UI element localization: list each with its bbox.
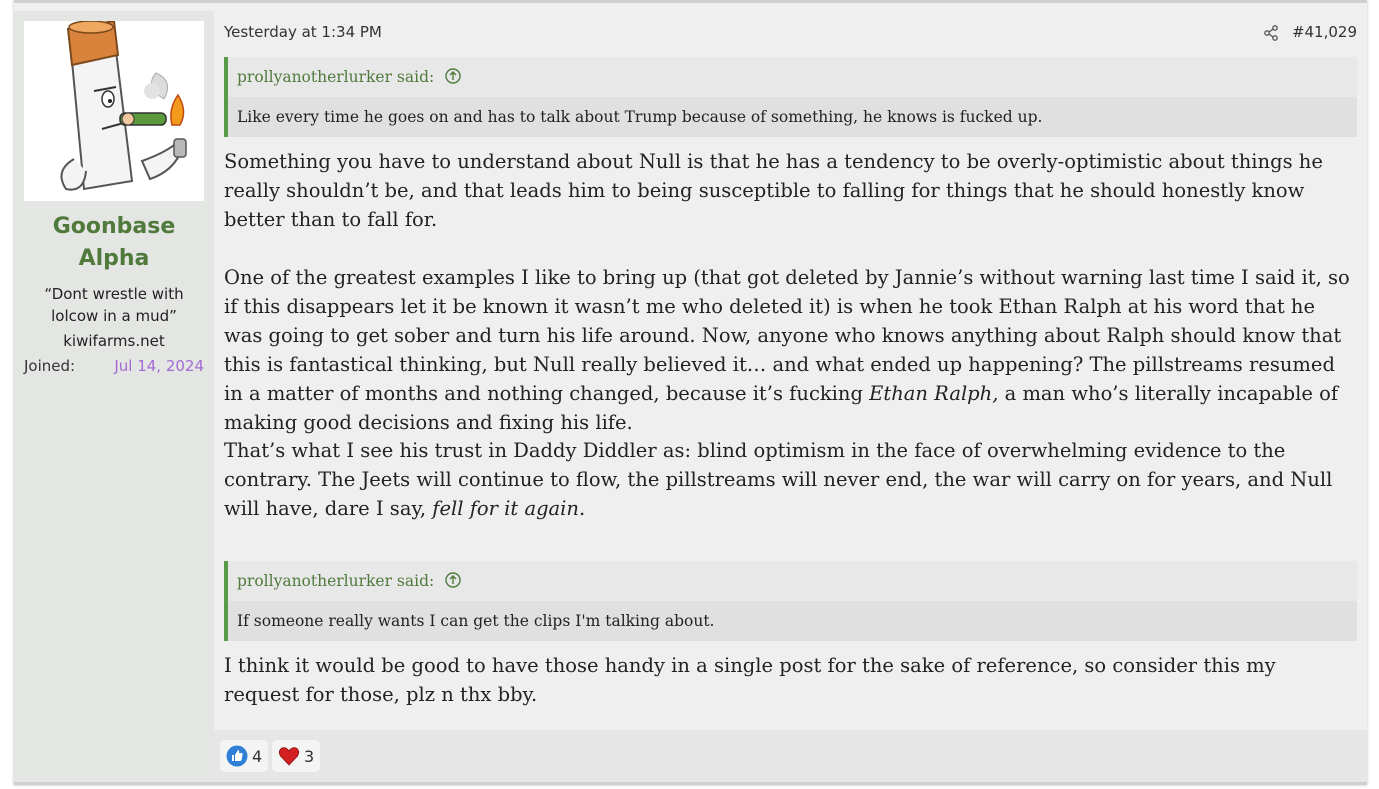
- user-sidebar: Goonbase Alpha “Dont wrestle with lolcow…: [14, 11, 214, 782]
- quote-text: Like every time he goes on and has to ta…: [228, 97, 1357, 137]
- post-main: Yesterday at 1:34 PM #41,029 prollyanoth…: [214, 11, 1367, 782]
- user-banner: kiwifarms.net: [63, 332, 165, 350]
- paragraph-3-italic: fell for it again: [432, 497, 579, 520]
- joined-date: Jul 14, 2024: [114, 357, 204, 375]
- quote-header[interactable]: prollyanotherlurker said:: [228, 57, 1357, 97]
- jump-to-quote-icon[interactable]: [445, 59, 461, 84]
- username[interactable]: Goonbase Alpha: [14, 211, 214, 275]
- paragraph-2-italic: Ethan Ralph,: [869, 382, 999, 405]
- paragraph-4: I think it would be good to have those h…: [224, 654, 1276, 706]
- reaction-count: 3: [304, 746, 315, 766]
- reactions-bar: 4 3: [214, 730, 1367, 782]
- quote-text: If someone really wants I can get the cl…: [228, 601, 1357, 641]
- post-timestamp[interactable]: Yesterday at 1:34 PM: [224, 23, 382, 41]
- quote-author[interactable]: prollyanotherlurker said:: [237, 68, 434, 86]
- post-paragraph: One of the greatest examples I like to b…: [224, 263, 1357, 437]
- paragraph-2: One of the greatest examples I like to b…: [224, 263, 1357, 437]
- paragraph-1: Something you have to understand about N…: [224, 150, 1323, 231]
- user-title-line1: “Dont wrestle with: [44, 285, 184, 303]
- reaction-love[interactable]: 3: [272, 740, 321, 772]
- jump-to-quote-icon[interactable]: [445, 563, 461, 588]
- post-paragraph: That’s what I see his trust in Daddy Did…: [224, 436, 1357, 523]
- reaction-count: 4: [252, 746, 263, 766]
- quote-block: prollyanotherlurker said: If someone rea…: [224, 561, 1357, 641]
- post-paragraph: Something you have to understand about N…: [224, 147, 1357, 234]
- quote-author[interactable]: prollyanotherlurker said:: [237, 572, 434, 590]
- share-icon[interactable]: [1263, 25, 1279, 41]
- paragraph-3-end: .: [578, 497, 586, 520]
- quote-block: prollyanotherlurker said: Like every tim…: [224, 57, 1357, 137]
- paragraph-3-start: That’s what I see his trust in Daddy Did…: [224, 439, 1333, 520]
- paragraph-3: That’s what I see his trust in Daddy Did…: [224, 436, 1357, 523]
- heart-icon: [278, 747, 300, 766]
- user-title-line2: lolcow in a mud”: [51, 307, 177, 325]
- user-avatar[interactable]: [24, 19, 204, 201]
- post-number[interactable]: #41,029: [1292, 23, 1357, 41]
- thumbs-up-icon: [226, 745, 248, 767]
- joined-label: Joined:: [24, 357, 76, 375]
- quote-header[interactable]: prollyanotherlurker said:: [228, 561, 1357, 601]
- post-paragraph: I think it would be good to have those h…: [224, 651, 1357, 709]
- reaction-like[interactable]: 4: [220, 740, 269, 772]
- username-line1[interactable]: Goonbase: [14, 211, 214, 243]
- username-line2[interactable]: Alpha: [14, 243, 214, 275]
- post-container: Goonbase Alpha “Dont wrestle with lolcow…: [14, 0, 1367, 785]
- user-title: “Dont wrestle with lolcow in a mud”: [14, 283, 214, 327]
